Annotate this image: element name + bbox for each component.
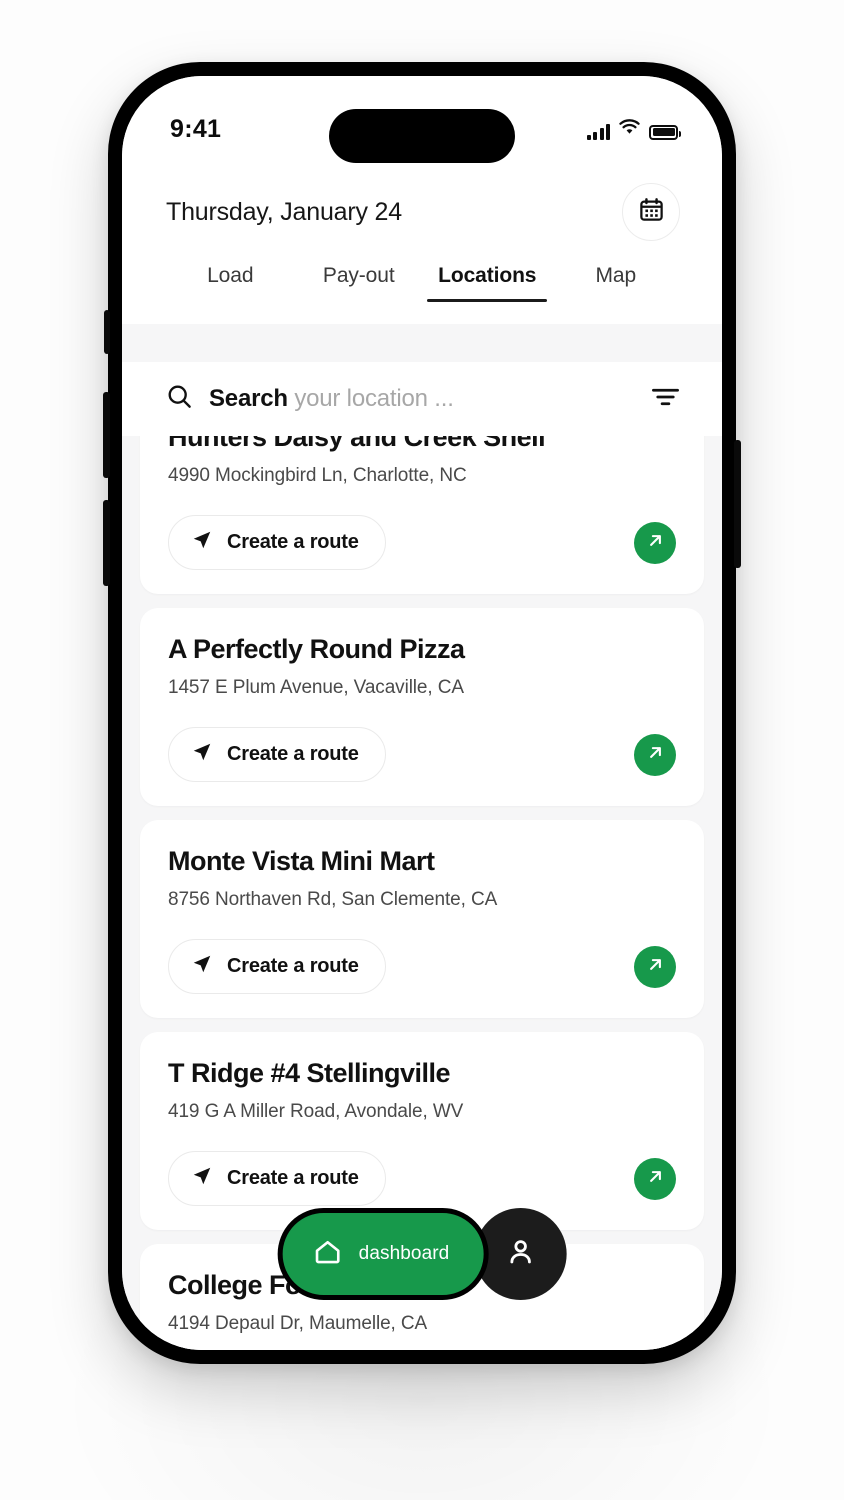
- location-name: A Perfectly Round Pizza: [168, 634, 465, 664]
- cellular-signal-icon: [586, 123, 610, 140]
- person-icon: [504, 1236, 536, 1273]
- list-item[interactable]: Hunters Daisy and Creek Shell 4990 Mocki…: [140, 436, 704, 594]
- filter-icon: [651, 386, 680, 413]
- dashboard-button[interactable]: dashboard: [277, 1208, 489, 1300]
- home-icon: [313, 1237, 343, 1272]
- create-route-button[interactable]: Create a route: [168, 1151, 386, 1206]
- arrow-up-right-icon: [645, 1166, 666, 1192]
- open-location-button[interactable]: [634, 1157, 676, 1200]
- search-placeholder: your location ...: [294, 385, 454, 412]
- phone-screen: 9:41 Thursday, January 24 Load Pay-out L…: [122, 76, 722, 1350]
- create-route-label: Create a route: [227, 743, 359, 765]
- search-bar: Search your location ...: [122, 362, 722, 436]
- navigation-arrow-icon: [191, 529, 213, 556]
- search-label: Search: [209, 385, 288, 412]
- tab-bar: Load Pay-out Locations Map: [166, 248, 680, 324]
- location-address: 419 G A Miller Road, Avondale, WV: [168, 1101, 464, 1122]
- arrow-up-right-icon: [645, 742, 666, 768]
- battery-icon: [649, 124, 681, 140]
- phone-frame: 9:41 Thursday, January 24 Load Pay-out L…: [103, 62, 741, 1364]
- calendar-button[interactable]: [622, 183, 680, 241]
- tab-locations[interactable]: Locations: [423, 264, 552, 302]
- tab-map[interactable]: Map: [552, 264, 681, 302]
- calendar-icon: [638, 196, 665, 228]
- floating-dock: dashboard: [277, 1208, 567, 1300]
- create-route-label: Create a route: [227, 955, 359, 977]
- volume-up-button[interactable]: [103, 392, 110, 478]
- create-route-label: Create a route: [227, 531, 359, 553]
- location-address: 1457 E Plum Avenue, Vacaville, CA: [168, 677, 464, 698]
- location-address: 8756 Northaven Rd, San Clemente, CA: [168, 889, 498, 910]
- dynamic-island: [329, 109, 515, 163]
- navigation-arrow-icon: [191, 741, 213, 768]
- location-name: Hunters Daisy and Creek Shell: [168, 436, 546, 452]
- power-button[interactable]: [734, 440, 741, 568]
- location-name: T Ridge #4 Stellingville: [168, 1058, 451, 1088]
- location-address: 4990 Mockingbird Ln, Charlotte, NC: [168, 465, 467, 486]
- navigation-arrow-icon: [191, 1165, 213, 1192]
- create-route-button[interactable]: Create a route: [168, 515, 386, 570]
- navigation-arrow-icon: [191, 953, 213, 980]
- search-icon: [166, 383, 193, 415]
- filter-button[interactable]: [651, 386, 680, 413]
- list-item[interactable]: Monte Vista Mini Mart 8756 Northaven Rd,…: [140, 820, 704, 1018]
- location-address: 4194 Depaul Dr, Maumelle, CA: [168, 1313, 428, 1334]
- create-route-button[interactable]: Create a route: [168, 727, 386, 782]
- create-route-button[interactable]: Create a route: [168, 939, 386, 994]
- date-row: Thursday, January 24: [166, 176, 680, 248]
- list-item[interactable]: A Perfectly Round Pizza 1457 E Plum Aven…: [140, 608, 704, 806]
- tab-payout[interactable]: Pay-out: [295, 264, 424, 302]
- tab-load[interactable]: Load: [166, 264, 295, 302]
- create-route-label: Create a route: [227, 1167, 359, 1189]
- open-location-button[interactable]: [634, 945, 676, 988]
- status-time: 9:41: [170, 114, 222, 143]
- arrow-up-right-icon: [645, 954, 666, 980]
- open-location-button[interactable]: [634, 733, 676, 776]
- volume-down-button[interactable]: [103, 500, 110, 586]
- page-title: Thursday, January 24: [166, 197, 402, 226]
- location-name: Monte Vista Mini Mart: [168, 846, 435, 876]
- wifi-icon: [619, 118, 640, 140]
- list-item[interactable]: T Ridge #4 Stellingville 419 G A Miller …: [140, 1032, 704, 1230]
- status-icons: [586, 118, 681, 140]
- open-location-button[interactable]: [634, 521, 676, 564]
- search-input[interactable]: Search your location ...: [166, 383, 633, 415]
- dashboard-label: dashboard: [358, 1243, 450, 1264]
- silence-switch[interactable]: [104, 310, 110, 354]
- arrow-up-right-icon: [645, 530, 666, 556]
- app-header: Thursday, January 24 Load Pay-out Locati…: [122, 168, 722, 324]
